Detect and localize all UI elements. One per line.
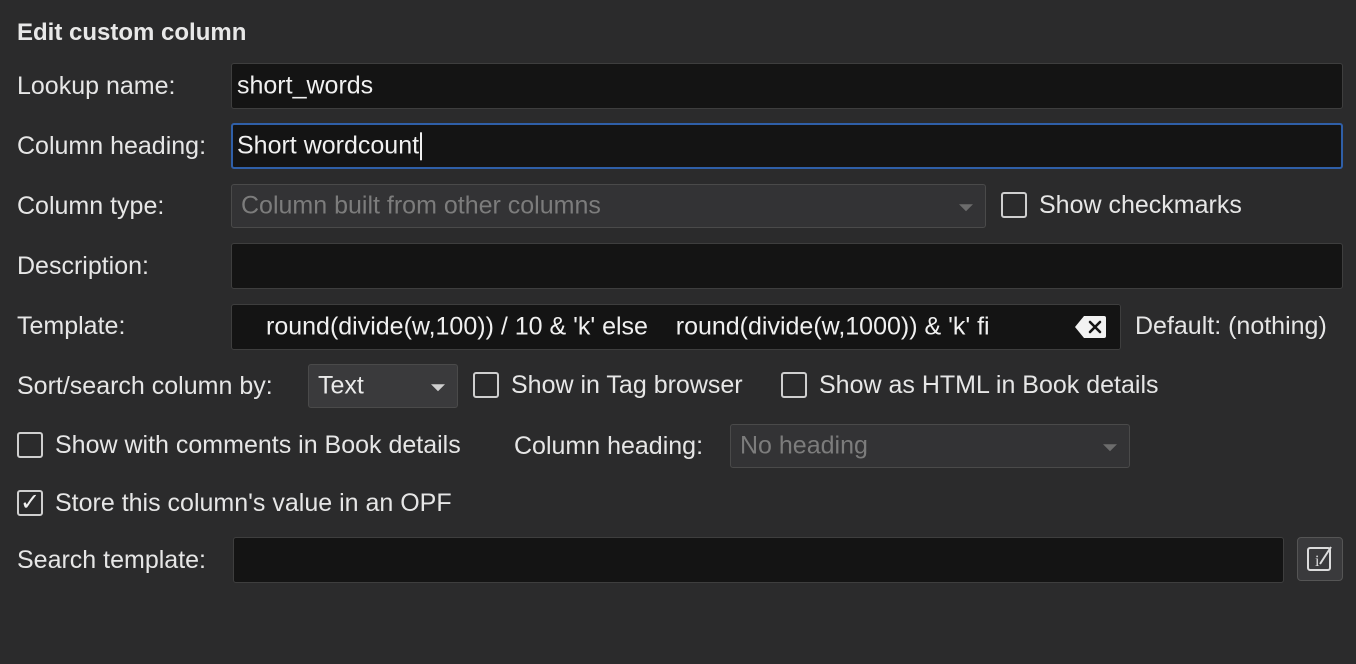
lookup-name-input[interactable]: short_words [231,63,1343,109]
show-checkmarks-label: Show checkmarks [1039,191,1242,219]
column-type-label: Column type: [17,192,165,220]
chevron-down-icon [959,204,973,212]
show-checkmarks-checkbox[interactable] [1001,192,1027,218]
column-type-select[interactable]: Column built from other columns [231,184,986,228]
show-in-tag-browser-checkbox[interactable] [473,372,499,398]
show-as-html-checkbox[interactable] [781,372,807,398]
show-with-comments-checkbox[interactable] [17,432,43,458]
svg-text:i: i [1315,553,1320,570]
store-in-opf-checkbox[interactable]: ✓ [17,490,43,516]
sort-search-label: Sort/search column by: [17,372,273,400]
comments-heading-select[interactable]: No heading [730,424,1130,468]
template-input[interactable]: round(divide(w,100)) / 10 & 'k' else rou… [231,304,1121,350]
chevron-down-icon [1103,444,1117,452]
store-in-opf-label: Store this column's value in an OPF [55,489,452,517]
lookup-name-label: Lookup name: [17,72,176,100]
clear-text-icon[interactable] [1075,315,1107,346]
description-input[interactable] [231,243,1343,289]
show-as-html-label: Show as HTML in Book details [819,371,1159,399]
column-heading-input[interactable]: Short wordcount [231,123,1343,169]
template-value: round(divide(w,100)) / 10 & 'k' else rou… [266,312,990,341]
lookup-name-value: short_words [237,71,374,100]
search-template-input[interactable] [233,537,1284,583]
comments-heading-label: Column heading: [514,432,704,460]
template-edit-button[interactable]: i [1297,537,1343,581]
text-cursor [420,132,423,161]
dialog-title: Edit custom column [17,19,247,46]
template-edit-icon: i [1307,546,1332,571]
description-label: Description: [17,252,149,280]
sort-search-select[interactable]: Text [308,364,458,408]
template-default-label: Default: (nothing) [1135,312,1327,340]
search-template-label: Search template: [17,546,206,574]
column-heading-value: Short wordcount [237,131,420,160]
show-in-tag-browser-label: Show in Tag browser [511,371,743,399]
chevron-down-icon [431,384,445,392]
comments-heading-value: No heading [740,431,868,460]
column-heading-label: Column heading: [17,132,207,160]
column-type-value: Column built from other columns [241,191,601,220]
template-label: Template: [17,312,126,340]
show-with-comments-label: Show with comments in Book details [55,431,461,459]
sort-search-value: Text [318,371,364,400]
checkmark-icon: ✓ [19,489,41,516]
